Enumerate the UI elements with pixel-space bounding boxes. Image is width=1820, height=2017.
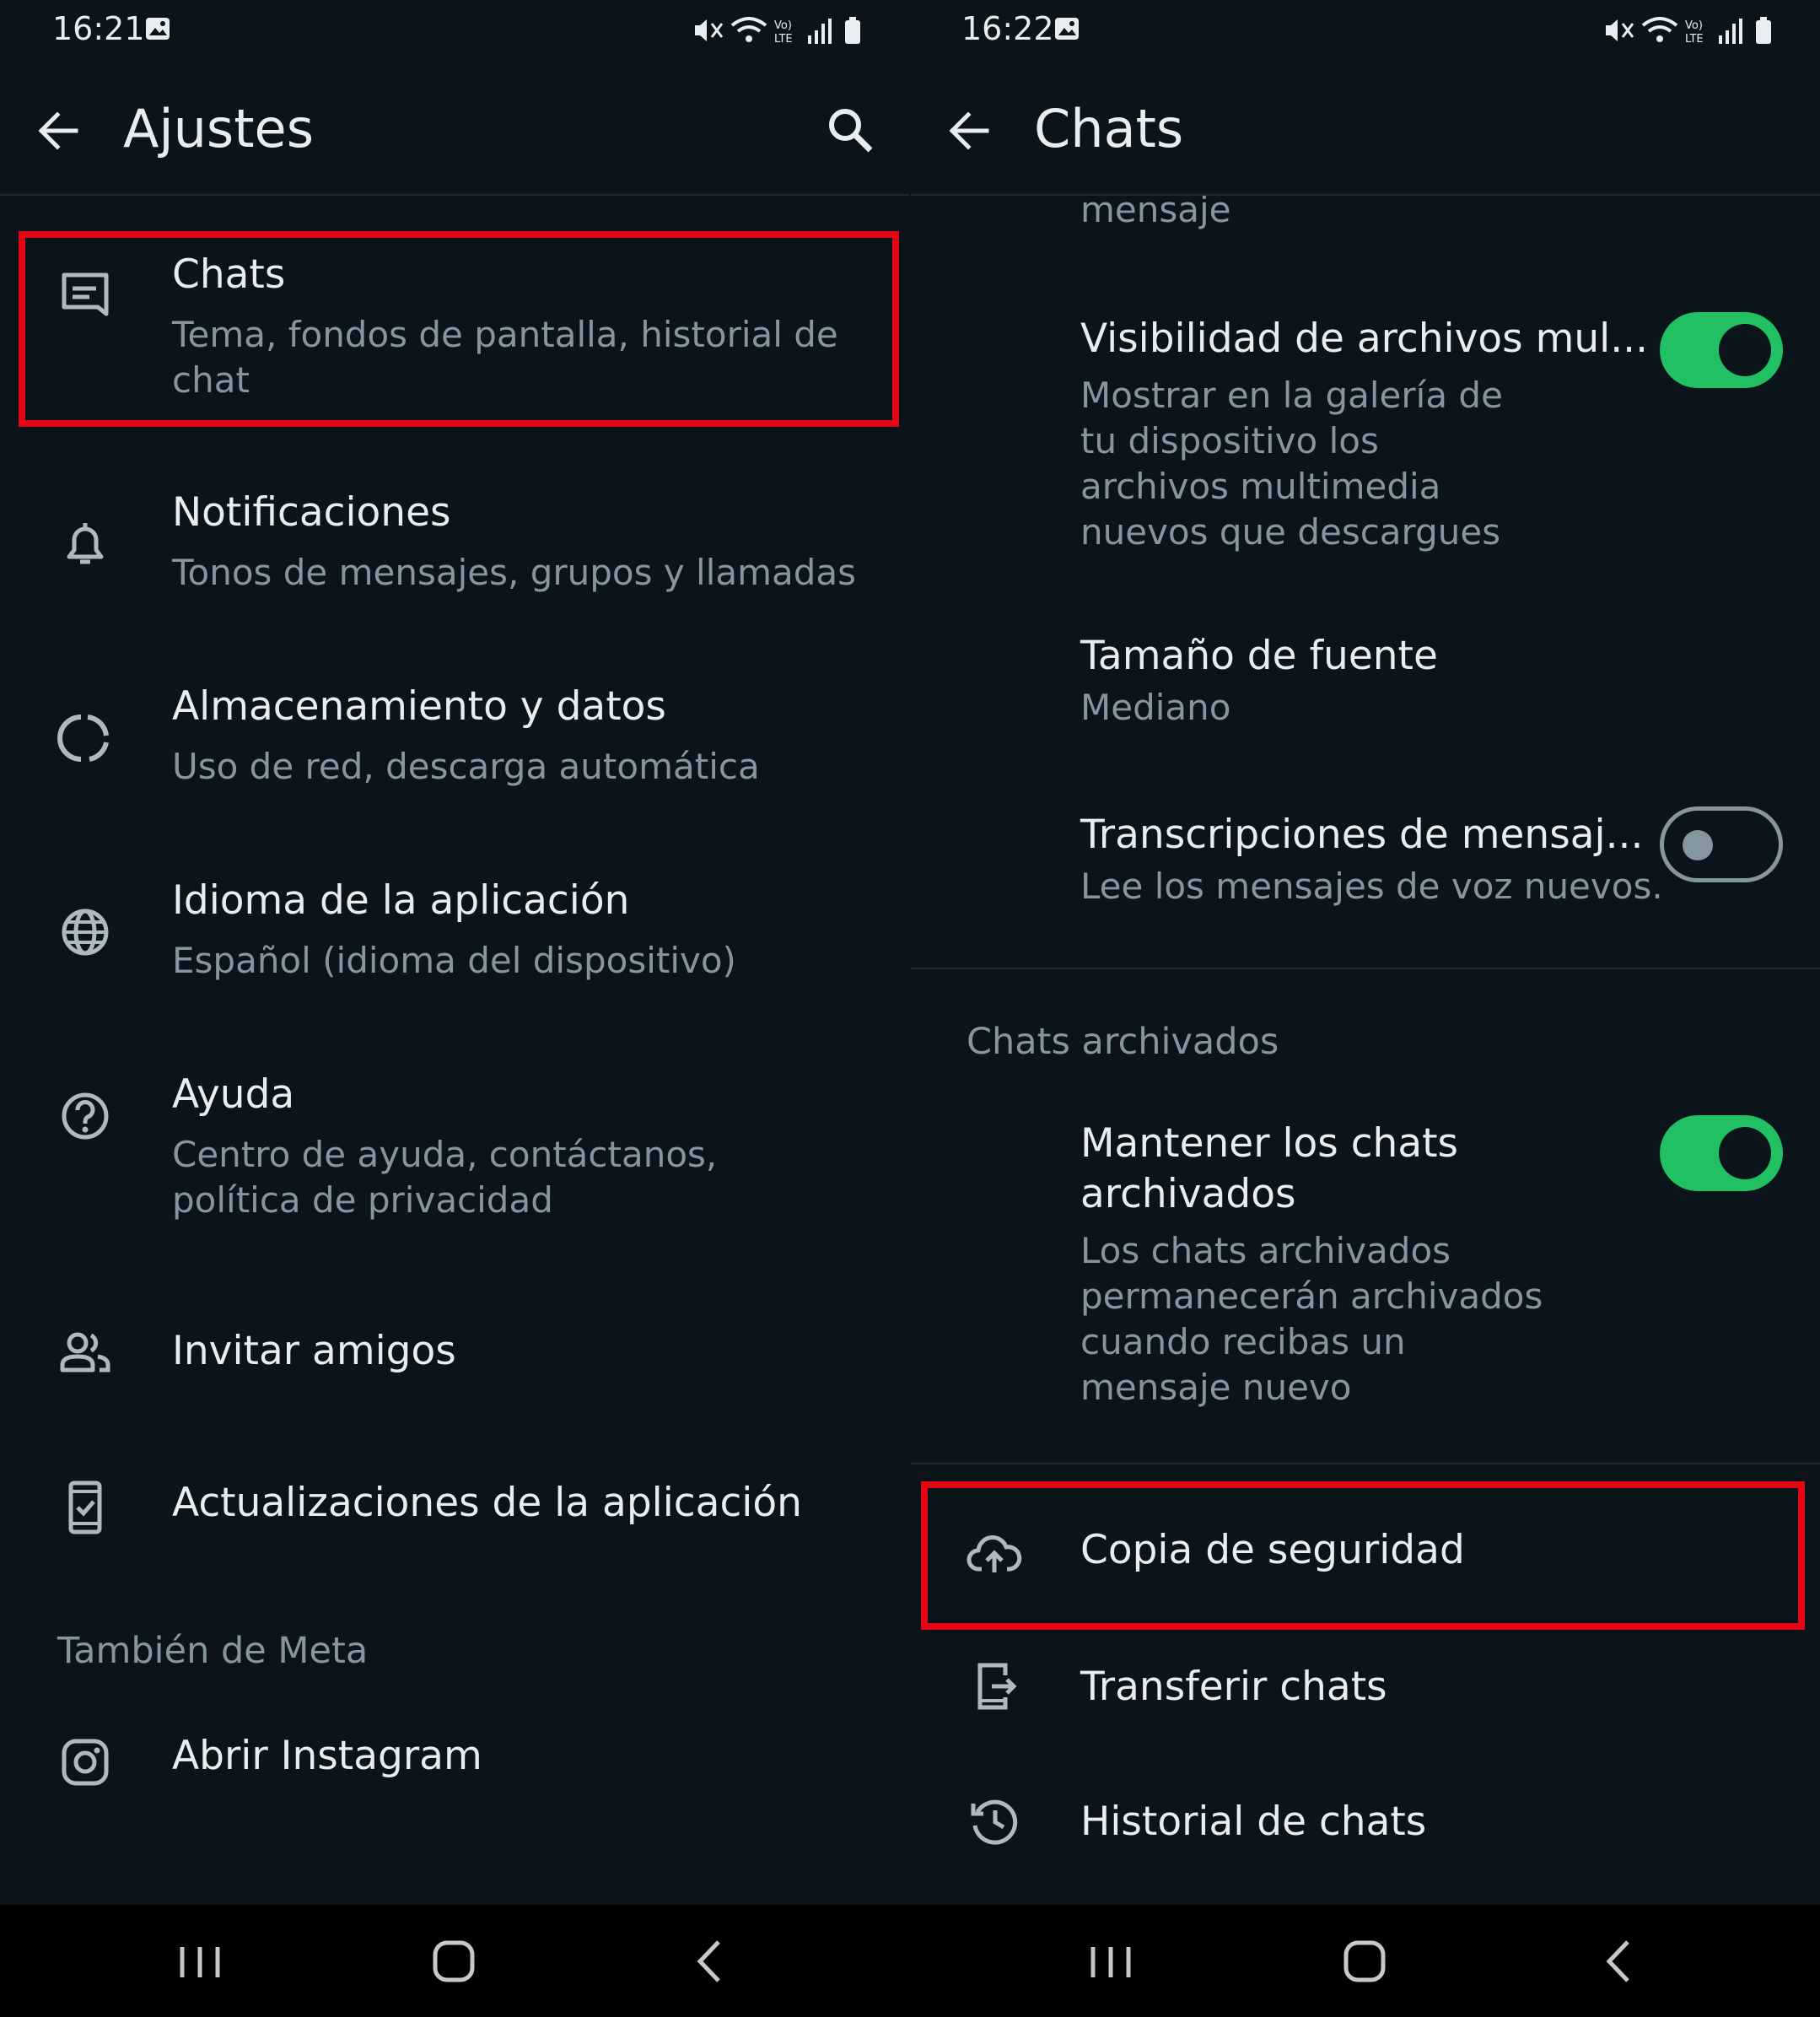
- phone-update-icon: [68, 1480, 102, 1534]
- settings-item-language[interactable]: Idioma de la aplicación Español (idioma …: [0, 877, 909, 1004]
- keep-archived-toggle[interactable]: [1660, 1115, 1783, 1191]
- bell-icon: [67, 523, 104, 564]
- settings-item-storage[interactable]: Almacenamiento y datos Uso de red, desca…: [0, 683, 909, 810]
- item-subtitle: Tonos de mensajes, grupos y llamadas: [172, 552, 857, 593]
- item-title: Almacenamiento y datos: [172, 683, 666, 730]
- item-title: Actualizaciones de la aplicación: [172, 1480, 802, 1526]
- setting-font-size[interactable]: Tamaño de fuente Mediano: [911, 631, 1820, 749]
- back-nav-icon[interactable]: [681, 1933, 740, 1989]
- setting-transcriptions[interactable]: Transcripciones de mensaj... Lee los men…: [911, 806, 1820, 928]
- setting-title: Tamaño de fuente: [1080, 633, 1438, 679]
- svg-text:LTE: LTE: [774, 33, 793, 46]
- setting-transfer-chats[interactable]: Transferir chats: [911, 1645, 1820, 1729]
- svg-text:LTE: LTE: [1685, 33, 1704, 46]
- setting-title: Transferir chats: [1080, 1664, 1387, 1710]
- settings-screen: 16:21 Vo) LTE Ajustes Chats Tema, fondos …: [0, 0, 909, 1905]
- instagram-icon: [62, 1739, 109, 1786]
- status-bar: 16:21 Vo) LTE: [0, 0, 909, 59]
- gallery-notification-icon: [1055, 18, 1079, 40]
- help-icon: [62, 1092, 109, 1140]
- search-icon[interactable]: [825, 105, 875, 155]
- settings-item-instagram[interactable]: Abrir Instagram: [0, 1721, 909, 1805]
- item-title: Abrir Instagram: [172, 1733, 482, 1779]
- media-visibility-toggle[interactable]: [1660, 312, 1783, 388]
- settings-item-notifications[interactable]: Notificaciones Tonos de mensajes, grupos…: [0, 489, 909, 616]
- toggle-knob: [1719, 1127, 1771, 1179]
- section-header-archived: Chats archivados: [967, 1021, 1279, 1063]
- settings-item-invite[interactable]: Invitar amigos: [0, 1316, 909, 1400]
- page-title: Chats: [1034, 98, 1184, 159]
- system-navigation-bar: [0, 1905, 1820, 2017]
- gallery-notification-icon: [146, 18, 170, 40]
- item-subtitle: Español (idioma del dispositivo): [172, 940, 736, 981]
- home-icon[interactable]: [424, 1933, 483, 1989]
- recents-icon[interactable]: [170, 1933, 229, 1989]
- storage-icon: [57, 715, 109, 762]
- setting-subtitle: Lee los mensajes de voz nuevos.: [1080, 866, 1663, 907]
- back-arrow-icon[interactable]: [945, 106, 993, 155]
- app-bar: Chats: [911, 67, 1820, 196]
- item-title: Notificaciones: [172, 489, 451, 536]
- globe-icon: [62, 909, 109, 956]
- item-title: Invitar amigos: [172, 1328, 456, 1374]
- item-title: Idioma de la aplicación: [172, 877, 630, 924]
- svg-text:Vo): Vo): [774, 19, 792, 32]
- highlight-box: [921, 1481, 1805, 1630]
- item-subtitle: Uso de red, descarga automática: [172, 746, 760, 787]
- item-title: Ayuda: [172, 1071, 295, 1118]
- highlight-box: [19, 231, 899, 427]
- app-bar: Ajustes: [0, 67, 909, 196]
- chats-settings-screen: 16:22 Vo) LTE mensaje Chats Visibilidad d…: [911, 0, 1820, 1905]
- settings-item-updates[interactable]: Actualizaciones de la aplicación: [0, 1468, 909, 1552]
- toggle-knob: [1719, 324, 1771, 376]
- transfer-icon: [977, 1663, 1017, 1710]
- divider: [911, 968, 1820, 969]
- page-title: Ajustes: [123, 98, 314, 159]
- home-icon[interactable]: [1335, 1933, 1394, 1989]
- setting-keep-archived[interactable]: Mantener los chats archivados Los chats …: [911, 1115, 1820, 1408]
- setting-title: Historial de chats: [1080, 1799, 1427, 1845]
- divider: [911, 1463, 1820, 1464]
- history-icon: [971, 1799, 1018, 1845]
- people-icon: [60, 1332, 110, 1373]
- setting-title: Transcripciones de mensaj...: [1080, 812, 1644, 858]
- setting-value: Mediano: [1080, 687, 1231, 728]
- status-time: 16:22: [961, 10, 1054, 47]
- status-time: 16:21: [52, 10, 145, 47]
- back-nav-icon[interactable]: [1591, 1933, 1650, 1989]
- setting-subtitle: Mostrar en la galería de tu dispositivo …: [1080, 375, 1503, 553]
- recents-icon[interactable]: [1081, 1933, 1140, 1989]
- setting-title: Visibilidad de archivos mul...: [1080, 315, 1649, 362]
- svg-text:Vo): Vo): [1685, 19, 1703, 32]
- section-header-meta: También de Meta: [57, 1630, 369, 1672]
- status-bar: 16:22 Vo) LTE: [911, 0, 1820, 59]
- toggle-knob: [1683, 830, 1713, 860]
- setting-media-visibility[interactable]: Visibilidad de archivos mul... Mostrar e…: [911, 312, 1820, 557]
- item-subtitle: Centro de ayuda, contáctanos, política d…: [172, 1134, 718, 1221]
- system-status-icons: Vo)LTE: [695, 17, 860, 46]
- setting-title: Mantener los chats archivados: [1080, 1120, 1459, 1217]
- setting-subtitle: Los chats archivados permanecerán archiv…: [1080, 1230, 1543, 1408]
- transcriptions-toggle[interactable]: [1660, 806, 1783, 882]
- setting-chat-history[interactable]: Historial de chats: [911, 1780, 1820, 1864]
- back-arrow-icon[interactable]: [34, 106, 83, 155]
- system-status-icons: Vo)LTE: [1606, 17, 1771, 46]
- settings-item-help[interactable]: Ayuda Centro de ayuda, contáctanos, polí…: [0, 1071, 909, 1240]
